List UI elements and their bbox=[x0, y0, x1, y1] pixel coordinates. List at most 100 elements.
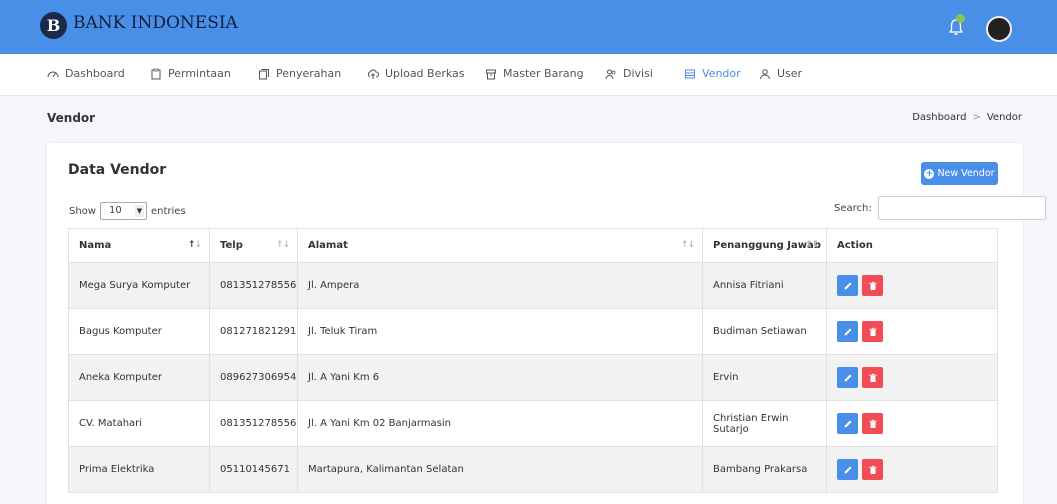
edit-button[interactable] bbox=[837, 275, 858, 296]
col-action: Action bbox=[826, 228, 998, 263]
cell-nama: Mega Surya Komputer bbox=[68, 262, 210, 309]
cell-nama: Aneka Komputer bbox=[68, 354, 210, 401]
column-label: Nama bbox=[79, 240, 112, 251]
entries-value: 10 bbox=[108, 205, 122, 216]
nav-label: Penyerahan bbox=[276, 67, 342, 80]
users-icon bbox=[605, 69, 616, 79]
user-avatar[interactable] bbox=[986, 16, 1012, 42]
upload-icon bbox=[367, 68, 379, 79]
column-label: Alamat bbox=[308, 240, 348, 251]
col-penanggung-jawab[interactable]: Penanggung Jawab ↑↓ bbox=[702, 228, 827, 263]
delete-button[interactable] bbox=[862, 413, 883, 434]
plus-circle-icon: + bbox=[924, 168, 935, 179]
cell-telp: 081351278556 bbox=[209, 400, 298, 447]
nav-divisi[interactable]: Divisi bbox=[605, 67, 653, 80]
nav-vendor[interactable]: Vendor bbox=[684, 67, 741, 80]
cell-penanggung-jawab: Ervin bbox=[702, 354, 827, 401]
sort-icon: ↑↓ bbox=[275, 240, 290, 250]
trash-icon bbox=[869, 465, 876, 474]
cell-nama: CV. Matahari bbox=[68, 400, 210, 447]
entries-select[interactable]: 10 ▼ bbox=[99, 202, 147, 220]
table-row: Prima Elektrika 05110145671 Martapura, K… bbox=[68, 446, 998, 493]
nav-upload-berkas[interactable]: Upload Berkas bbox=[367, 67, 465, 80]
delete-button[interactable] bbox=[862, 321, 883, 342]
copy-icon bbox=[259, 68, 269, 79]
nav-label: Upload Berkas bbox=[385, 67, 465, 80]
chevron-down-icon: ▼ bbox=[134, 205, 144, 217]
cell-telp: 081271821291 bbox=[209, 308, 298, 355]
pencil-icon bbox=[844, 420, 851, 427]
show-label: Show bbox=[69, 205, 96, 217]
nav-penyerahan[interactable]: Penyerahan bbox=[258, 67, 341, 80]
nav-master-barang[interactable]: Master Barang bbox=[485, 67, 584, 80]
cell-alamat: Jl. Teluk Tiram bbox=[297, 308, 703, 355]
nav-label: Permintaan bbox=[168, 67, 231, 80]
col-telp[interactable]: Telp ↑↓ bbox=[209, 228, 298, 263]
cell-alamat: Jl. A Yani Km 02 Banjarmasin bbox=[297, 400, 703, 447]
cell-penanggung-jawab: Annisa Fitriani bbox=[702, 262, 827, 309]
cell-action bbox=[826, 400, 998, 447]
pencil-icon bbox=[844, 328, 851, 335]
cell-nama: Bagus Komputer bbox=[68, 308, 210, 355]
trash-icon bbox=[869, 419, 876, 428]
sort-icon: ↑↓ bbox=[680, 240, 695, 250]
edit-button[interactable] bbox=[837, 459, 858, 480]
cell-telp: 05110145671 bbox=[209, 446, 298, 493]
cell-action bbox=[826, 308, 998, 355]
edit-button[interactable] bbox=[837, 413, 858, 434]
entries-label: entries bbox=[150, 205, 186, 217]
pencil-icon bbox=[844, 466, 851, 473]
edit-button[interactable] bbox=[837, 367, 858, 388]
delete-button[interactable] bbox=[862, 275, 883, 296]
cell-telp: 089627306954 bbox=[209, 354, 298, 401]
nav-label: Dashboard bbox=[65, 67, 125, 80]
cell-alamat: Jl. Ampera bbox=[297, 262, 703, 309]
user-icon bbox=[760, 68, 770, 79]
page-title: Vendor bbox=[47, 111, 96, 125]
entries-control: Show 10 ▼ entries bbox=[69, 202, 186, 220]
cell-action bbox=[826, 354, 998, 401]
card-title: Data Vendor bbox=[68, 162, 167, 178]
nav-label: User bbox=[777, 67, 803, 80]
trash-icon bbox=[869, 373, 876, 382]
breadcrumb-dashboard[interactable]: Dashboard bbox=[912, 112, 966, 123]
vendor-icon bbox=[685, 69, 695, 78]
notification-badge bbox=[956, 14, 965, 23]
new-vendor-label: New Vendor bbox=[937, 168, 995, 179]
search-control: Search: bbox=[790, 196, 1046, 220]
col-nama[interactable]: Nama ↑↓ bbox=[68, 228, 210, 263]
column-label: Action bbox=[837, 240, 873, 251]
cell-action bbox=[826, 262, 998, 309]
pencil-icon bbox=[844, 282, 851, 289]
box-icon bbox=[486, 69, 496, 79]
cell-alamat: Jl. A Yani Km 6 bbox=[297, 354, 703, 401]
nav-label: Master Barang bbox=[503, 67, 584, 80]
brand-name[interactable]: BANK INDONESIA bbox=[73, 13, 238, 33]
search-label: Search: bbox=[834, 202, 872, 214]
nav-user[interactable]: User bbox=[759, 67, 802, 80]
main-navbar: Dashboard Permintaan Penyerahan Upload B… bbox=[0, 54, 1057, 96]
table-row: CV. Matahari 081351278556 Jl. A Yani Km … bbox=[68, 400, 998, 447]
nav-dashboard[interactable]: Dashboard bbox=[47, 67, 125, 80]
vendor-card: Data Vendor + New Vendor Show 10 ▼ entri… bbox=[47, 143, 1046, 504]
table-row: Mega Surya Komputer 081351278556 Jl. Amp… bbox=[68, 262, 998, 309]
edit-button[interactable] bbox=[837, 321, 858, 342]
table-header-row: Nama ↑↓ Telp ↑↓ Alamat ↑↓ Penanggung Jawab ↑… bbox=[68, 228, 998, 263]
delete-button[interactable] bbox=[862, 367, 883, 388]
delete-button[interactable] bbox=[862, 459, 883, 480]
breadcrumb-vendor: Vendor bbox=[986, 112, 1022, 123]
sort-asc-icon: ↑↓ bbox=[187, 240, 202, 250]
cell-action bbox=[826, 446, 998, 493]
cell-penanggung-jawab: Bambang Prakarsa bbox=[702, 446, 827, 493]
clipboard-icon bbox=[151, 68, 161, 79]
bank-logo[interactable]: B bbox=[40, 12, 67, 39]
cell-telp: 081351278556 bbox=[209, 262, 298, 309]
sort-icon: ↑↓ bbox=[804, 240, 819, 250]
trash-icon bbox=[869, 281, 876, 290]
breadcrumb: Dashboard > Vendor bbox=[912, 112, 1022, 123]
new-vendor-button[interactable]: + New Vendor bbox=[921, 162, 998, 185]
pencil-icon bbox=[844, 374, 851, 381]
search-input[interactable] bbox=[877, 196, 1046, 220]
nav-permintaan[interactable]: Permintaan bbox=[150, 67, 231, 80]
col-alamat[interactable]: Alamat ↑↓ bbox=[297, 228, 703, 263]
